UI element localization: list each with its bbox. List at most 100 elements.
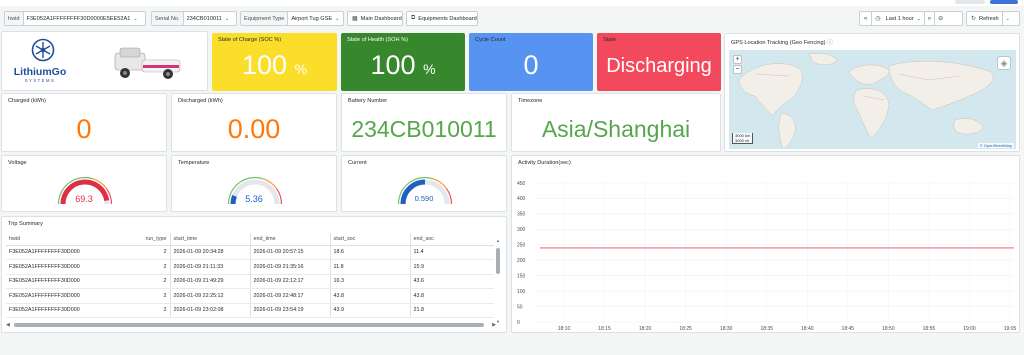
time-range-label: Last 1 hour [885, 15, 914, 22]
cell-end-soc: 11.4 [409, 245, 494, 260]
x-tick-label: 18:45 [842, 326, 855, 332]
cell-run-type: 2 [86, 303, 170, 318]
table-header-row: hwid run_type start_time end_time start_… [6, 233, 494, 246]
equipments-dashboard-link[interactable]: ⧉ Equipments Dashboard [406, 11, 478, 26]
chevron-down-icon[interactable]: ⌄ [1001, 12, 1013, 25]
refresh-button[interactable]: ↻ Refresh ⌄ [966, 11, 1020, 26]
gps-map-panel: GPS Location Tracking (Geo Fencing) ⓘ + … [724, 33, 1020, 152]
info-icon[interactable]: ⓘ [827, 40, 833, 46]
table-row[interactable]: F3E052A1FFFFFFFF30D000 2 2026-01-09 20:34:… [6, 245, 494, 260]
lithiumgo-logo: LithiumGo SYSTEMS [14, 38, 67, 83]
scroll-up-arrow[interactable]: ▲ [495, 238, 501, 243]
trip-summary-table: hwid run_type start_time end_time start_… [6, 233, 494, 318]
y-tick-label: 350 [517, 212, 526, 218]
scroll-right-arrow[interactable]: ▶ [492, 322, 496, 328]
map-zoom-in-button[interactable]: + [733, 55, 742, 64]
refresh-icon: ↻ [971, 16, 977, 22]
table-horizontal-scrollbar[interactable]: ◀ ▶ [6, 322, 496, 328]
cell-end-time: 2026-01-09 22:48:17 [249, 288, 330, 304]
var-equipment-type[interactable]: Equipment Type Airport Tug GSE ⌄ [240, 11, 344, 26]
top-secondary-button[interactable] [955, 0, 985, 4]
discharged-value: 0.00 [227, 114, 281, 144]
discharged-panel: Discharged (kWh) 0.00 [171, 93, 337, 152]
scrollbar-thumb[interactable] [496, 248, 500, 274]
y-tick-label: 150 [517, 273, 526, 279]
x-tick-label: 19:00 [963, 326, 976, 332]
time-range-picker[interactable]: « ◷ Last 1 hour ⌄ » ⊖ [859, 11, 963, 26]
timezone-value: Asia/Shanghai [541, 116, 691, 142]
col-run-type[interactable]: run_type [86, 233, 170, 246]
logo-panel: LithiumGo SYSTEMS [1, 31, 208, 91]
battery-number-title: Battery Number [348, 98, 388, 104]
var-hwid-label: hwid [5, 12, 24, 25]
y-tick-label: 450 [517, 181, 526, 187]
var-hwid-value: F3E052A1FFFFFFFF30D0000E5EE52A1 [26, 15, 131, 22]
logo-brand-sub: SYSTEMS [25, 78, 56, 83]
x-tick-label: 18:35 [760, 326, 773, 332]
main-dashboard-label: Main Dashboard [360, 15, 402, 22]
col-end-soc[interactable]: end_soc [409, 233, 494, 246]
state-stat: State Discharging [597, 33, 721, 91]
col-start-time[interactable]: start_time [169, 233, 250, 246]
main-dashboard-link[interactable]: ▦ Main Dashboard [347, 11, 403, 26]
cell-end-time: 2026-01-09 21:35:16 [249, 259, 330, 275]
map-title-text: GPS Location Tracking (Geo Fencing) [731, 40, 826, 46]
cell-run-type: 2 [86, 259, 170, 275]
map-canvas[interactable]: + − ◈ 3000 km 3000 mi © OpenStreetMap [729, 50, 1016, 149]
soh-stat: State of Health (SOH %) 100 % [341, 33, 465, 91]
cell-start-soc: 43.8 [329, 288, 410, 304]
table-row[interactable]: F3E052A1FFFFFFFF30D000 2 2026-01-09 21:11:… [6, 259, 494, 275]
time-shift-forward-icon[interactable]: » [923, 12, 934, 25]
cell-hwid: F3E052A1FFFFFFFF30D000 [6, 274, 86, 289]
col-hwid[interactable]: hwid [6, 233, 86, 246]
cell-end-soc: 43.8 [409, 288, 494, 304]
chevron-down-icon: ⌄ [916, 15, 921, 22]
table-vertical-scrollbar[interactable]: ▲ ▼ [495, 238, 501, 324]
cell-end-time: 2026-01-09 23:54:19 [249, 303, 330, 318]
h-scrollbar-thumb[interactable] [14, 323, 484, 327]
scroll-left-arrow[interactable]: ◀ [6, 322, 10, 328]
col-start-soc[interactable]: start_soc [329, 233, 410, 246]
external-link-icon: ⧉ [411, 15, 416, 21]
layers-icon[interactable]: ◈ [997, 56, 1011, 70]
refresh-label: Refresh [979, 15, 999, 22]
table-row[interactable]: F3E052A1FFFFFFFF30D000 2 2026-01-09 23:02:… [6, 303, 494, 318]
y-tick-label: 400 [517, 196, 526, 202]
airport-tug-image [114, 47, 181, 79]
cell-hwid: F3E052A1FFFFFFFF30D000 [6, 288, 86, 304]
trip-summary-title: Trip Summary [8, 221, 43, 227]
voltage-gauge [57, 176, 113, 205]
table-row[interactable]: F3E052A1FFFFFFFF30D000 2 2026-01-09 21:49:… [6, 274, 494, 289]
clock-icon: ◷ [871, 12, 882, 25]
equipments-dashboard-label: Equipments Dashboard [418, 15, 477, 22]
logo-brand-text: LithiumGo [14, 66, 67, 78]
var-equipment-label: Equipment Type [241, 12, 289, 25]
map-attribution[interactable]: © OpenStreetMap [977, 143, 1014, 148]
world-map-shapes [738, 53, 994, 149]
battery-number-panel: Battery Number 234CB010011 [341, 93, 507, 152]
top-action-button[interactable] [990, 0, 1018, 4]
time-shift-back-icon[interactable]: « [860, 16, 871, 22]
cell-end-soc: 43.6 [409, 274, 494, 289]
y-tick-label: 200 [517, 258, 526, 264]
zoom-out-time-icon[interactable]: ⊖ [934, 12, 946, 25]
var-serial-no[interactable]: Serial No. 234CB010011 ⌄ [151, 11, 237, 26]
cell-start-time: 2026-01-09 23:02:08 [169, 303, 250, 318]
trip-summary-panel: Trip Summary hwid run_type start_time en… [1, 216, 507, 333]
map-zoom-out-button[interactable]: − [733, 65, 742, 74]
cell-run-type: 2 [86, 288, 170, 304]
y-tick-label: 50 [517, 304, 523, 310]
x-tick-label: 18:20 [639, 326, 652, 332]
cycle-count-title: Cycle Count [475, 37, 506, 43]
activity-duration-chart[interactable]: 450 400 350 300 250 200 150 100 50 0 18:10 18:15 18:… [512, 156, 1020, 333]
table-row[interactable]: F3E052A1FFFFFFFF30D000 2 2026-01-09 22:25:… [6, 288, 494, 304]
cell-start-time: 2026-01-09 20:34:28 [169, 245, 250, 260]
cell-run-type: 2 [86, 245, 170, 260]
x-tick-label: 18:50 [882, 326, 895, 332]
temperature-title: Temperature [178, 160, 210, 166]
x-tick-label: 18:30 [720, 326, 733, 332]
charged-panel: Charged (kWh) 0 [1, 93, 167, 152]
var-hwid[interactable]: hwid F3E052A1FFFFFFFF30D0000E5EE52A1 ⌄ [4, 11, 146, 26]
col-end-time[interactable]: end_time [249, 233, 330, 246]
x-tick-label: 18:40 [801, 326, 814, 332]
